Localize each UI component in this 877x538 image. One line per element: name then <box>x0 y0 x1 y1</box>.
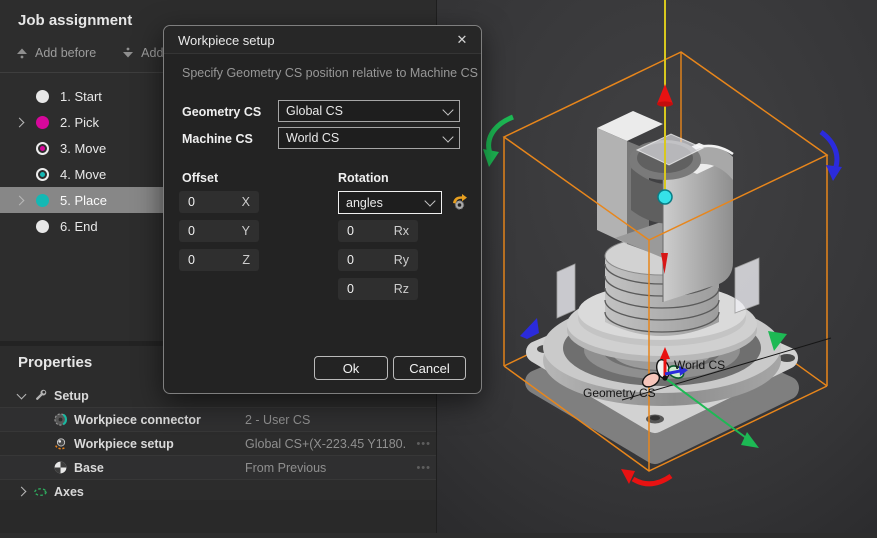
add-after-icon <box>122 47 134 59</box>
step-bullet <box>36 142 49 155</box>
step-bullet <box>36 168 49 181</box>
chevron-down-icon <box>442 104 453 115</box>
properties-title: Properties <box>18 354 92 371</box>
dialog-titlebar[interactable]: Workpiece setup ✕ <box>164 26 481 54</box>
prop-label: Workpiece connector <box>74 413 201 427</box>
more-button[interactable]: ••• <box>416 462 431 474</box>
step-label: 1. Start <box>60 89 102 104</box>
step-bullet <box>36 194 49 207</box>
rotation-ry-input[interactable]: 0 Ry <box>338 249 418 271</box>
world-cs-label: World CS <box>674 358 725 372</box>
offset-z-input[interactable]: 0 Z <box>179 249 259 271</box>
machine-cs-label: Machine CS <box>182 132 253 146</box>
workpiece-connector-icon <box>53 412 68 427</box>
prop-label: Base <box>74 461 104 475</box>
offset-x-input[interactable]: 0 X <box>179 191 259 213</box>
add-before-button[interactable]: Add before <box>16 46 96 60</box>
workpiece-setup-dialog: Workpiece setup ✕ Specify Geometry CS po… <box>163 25 482 394</box>
prop-row-base[interactable]: Base From Previous ••• <box>0 456 437 480</box>
rotation-rx-input[interactable]: 0 Rx <box>338 220 418 242</box>
prop-label: Axes <box>54 485 84 499</box>
prop-row-workpiece-setup[interactable]: Workpiece setup Global CS+(X-223.45 Y118… <box>0 432 437 456</box>
offset-label: Offset <box>182 171 218 185</box>
collapse-chevron-icon[interactable] <box>17 389 27 399</box>
step-bullet <box>36 90 49 103</box>
3d-viewport[interactable]: World CS Geometry CS <box>437 0 877 533</box>
highlight-point[interactable] <box>658 190 672 204</box>
rotation-convention-select[interactable]: angles <box>338 191 442 214</box>
close-icon[interactable]: ✕ <box>452 30 472 50</box>
add-before-icon <box>16 47 28 59</box>
rotation-label: Rotation <box>338 171 389 185</box>
step-label: 6. End <box>60 219 98 234</box>
properties-footer <box>0 500 437 533</box>
offset-y-input[interactable]: 0 Y <box>179 220 259 242</box>
rotation-convention-icon[interactable] <box>450 193 468 211</box>
expand-chevron-icon[interactable] <box>15 195 25 205</box>
prop-value: From Previous <box>245 461 326 475</box>
chevron-down-icon <box>442 131 453 142</box>
job-assignment-title: Job assignment <box>18 12 132 29</box>
prop-row-workpiece-connector[interactable]: Workpiece connector 2 - User CS <box>0 408 437 432</box>
step-bullet <box>36 220 49 233</box>
machine-cs-select[interactable]: World CS <box>278 127 460 149</box>
expand-chevron-icon[interactable] <box>17 487 27 497</box>
step-label: 3. Move <box>60 141 106 156</box>
chevron-down-icon <box>424 195 435 206</box>
dialog-title: Workpiece setup <box>178 33 275 48</box>
cancel-button[interactable]: Cancel <box>393 356 466 380</box>
base-icon <box>53 460 68 475</box>
step-label: 4. Move <box>60 167 106 182</box>
3d-scene: World CS Geometry CS <box>437 0 877 533</box>
step-label: 5. Place <box>60 193 107 208</box>
dialog-subtitle: Specify Geometry CS position relative to… <box>182 66 478 80</box>
more-button[interactable]: ••• <box>416 438 431 450</box>
step-bullet <box>36 116 49 129</box>
prop-value: 2 - User CS <box>245 413 310 427</box>
geometry-cs-select[interactable]: Global CS <box>278 100 460 122</box>
prop-value: Global CS+(X-223.45 Y1180. <box>245 437 406 451</box>
geometry-cs-label: Geometry CS <box>583 386 656 400</box>
axes-icon <box>33 484 48 499</box>
geometry-cs-label: Geometry CS <box>182 105 261 119</box>
ok-button[interactable]: Ok <box>314 356 388 380</box>
add-before-label: Add before <box>35 46 96 60</box>
wrench-icon <box>33 388 48 403</box>
prop-label: Workpiece setup <box>74 437 174 451</box>
rotation-rz-input[interactable]: 0 Rz <box>338 278 418 300</box>
expand-chevron-icon[interactable] <box>15 117 25 127</box>
prop-label: Setup <box>54 389 89 403</box>
workpiece-setup-icon <box>53 436 68 451</box>
step-label: 2. Pick <box>60 115 99 130</box>
